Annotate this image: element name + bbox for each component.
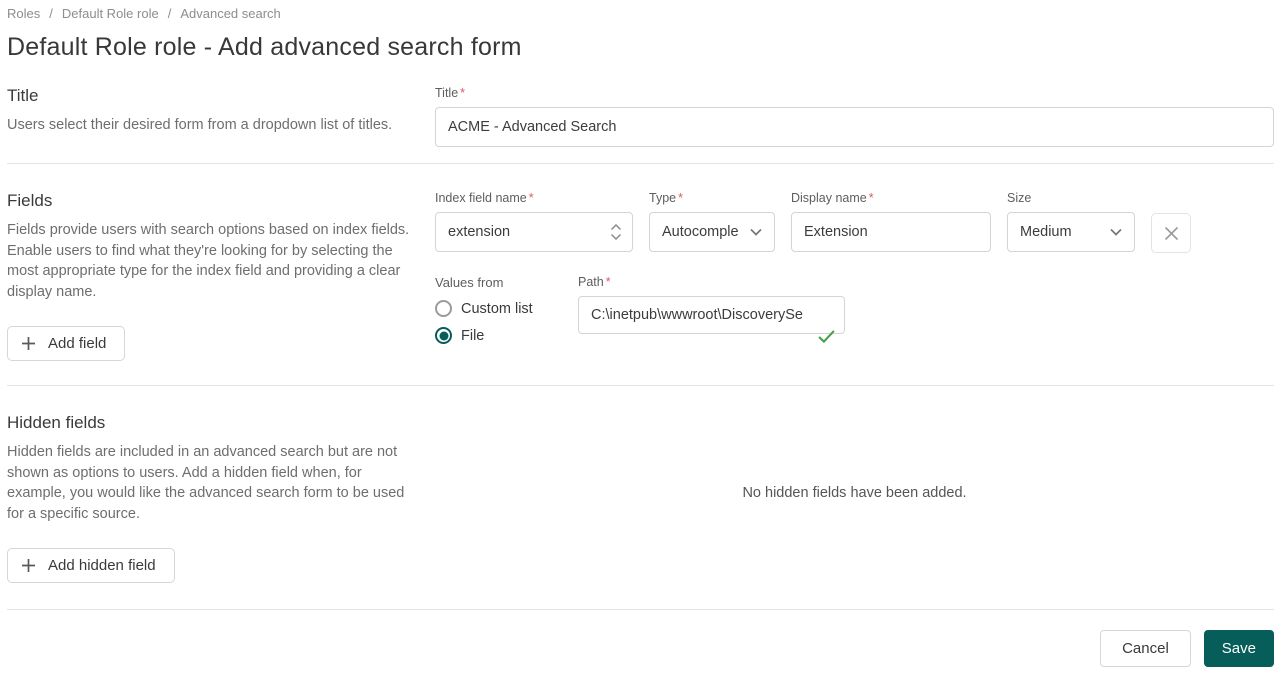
index-field-name-label-text: Index field name: [435, 191, 527, 205]
path-label-text: Path: [578, 275, 604, 289]
radio-option-custom-list[interactable]: Custom list: [435, 300, 578, 317]
type-label-text: Type: [649, 191, 676, 205]
radio-label-file: File: [461, 328, 484, 344]
hidden-fields-section-description: Hidden fields are included in an advance…: [7, 442, 417, 524]
hidden-fields-empty-message: No hidden fields have been added.: [742, 485, 966, 501]
breadcrumb-item-advanced-search: Advanced search: [180, 6, 280, 21]
footer-actions: Cancel Save: [7, 609, 1274, 682]
index-field-name-label: Index field name*: [435, 191, 633, 205]
display-name-input[interactable]: [791, 212, 991, 252]
breadcrumb: Roles / Default Role role / Advanced sea…: [7, 4, 1274, 21]
title-field-label-text: Title: [435, 86, 458, 100]
breadcrumb-item-roles[interactable]: Roles: [7, 6, 40, 21]
breadcrumb-separator: /: [168, 6, 172, 21]
page-title: Default Role role - Add advanced search …: [7, 33, 1274, 62]
chevron-down-icon: [750, 228, 762, 236]
breadcrumb-separator: /: [49, 6, 53, 21]
values-from-block: Values from Custom list File Path*: [435, 275, 1274, 354]
close-icon: [1163, 225, 1180, 242]
path-input[interactable]: [578, 296, 845, 334]
required-asterisk: *: [460, 86, 465, 100]
add-field-button[interactable]: Add field: [7, 326, 125, 361]
radio-unchecked-icon[interactable]: [435, 300, 452, 317]
section-hidden-fields: Hidden fields Hidden fields are included…: [7, 413, 1274, 609]
chevron-down-icon: [1110, 228, 1122, 236]
remove-field-button[interactable]: [1151, 213, 1191, 253]
radio-option-file[interactable]: File: [435, 327, 578, 344]
required-asterisk: *: [678, 191, 683, 205]
title-field-label: Title*: [435, 86, 1274, 100]
breadcrumb-item-default-role[interactable]: Default Role role: [62, 6, 159, 21]
plus-icon: [21, 336, 36, 351]
index-field-name-combobox[interactable]: [435, 212, 633, 252]
chevron-updown-icon[interactable]: [610, 224, 622, 241]
check-valid-icon: [818, 330, 835, 343]
save-button[interactable]: Save: [1204, 630, 1274, 667]
fields-section-heading: Fields: [7, 191, 417, 211]
page: Roles / Default Role role / Advanced sea…: [0, 0, 1286, 665]
display-name-label-text: Display name: [791, 191, 867, 205]
section-divider: [7, 385, 1274, 386]
radio-label-custom-list: Custom list: [461, 301, 533, 317]
radio-checked-icon[interactable]: [435, 327, 452, 344]
field-row: Index field name* Type* Autocomple: [435, 191, 1274, 253]
plus-icon: [21, 558, 36, 573]
required-asterisk: *: [869, 191, 874, 205]
add-hidden-field-button-label: Add hidden field: [48, 557, 156, 574]
size-label: Size: [1007, 191, 1135, 205]
size-select-value: Medium: [1020, 224, 1072, 240]
section-divider: [7, 163, 1274, 164]
size-select[interactable]: Medium: [1007, 212, 1135, 252]
type-select-value: Autocomple: [662, 224, 739, 240]
values-from-label: Values from: [435, 275, 578, 290]
section-title: Title Users select their desired form fr…: [7, 86, 1274, 163]
type-label: Type*: [649, 191, 775, 205]
title-section-heading: Title: [7, 86, 417, 106]
cancel-button[interactable]: Cancel: [1100, 630, 1191, 667]
title-input[interactable]: [435, 107, 1274, 147]
path-label: Path*: [578, 275, 845, 289]
required-asterisk: *: [606, 275, 611, 289]
type-select[interactable]: Autocomple: [649, 212, 775, 252]
add-hidden-field-button[interactable]: Add hidden field: [7, 548, 175, 583]
title-section-description: Users select their desired form from a d…: [7, 115, 417, 136]
add-field-button-label: Add field: [48, 335, 106, 352]
hidden-fields-section-heading: Hidden fields: [7, 413, 417, 433]
fields-section-description: Fields provide users with search options…: [7, 220, 417, 302]
section-fields: Fields Fields provide users with search …: [7, 191, 1274, 385]
display-name-label: Display name*: [791, 191, 991, 205]
required-asterisk: *: [529, 191, 534, 205]
